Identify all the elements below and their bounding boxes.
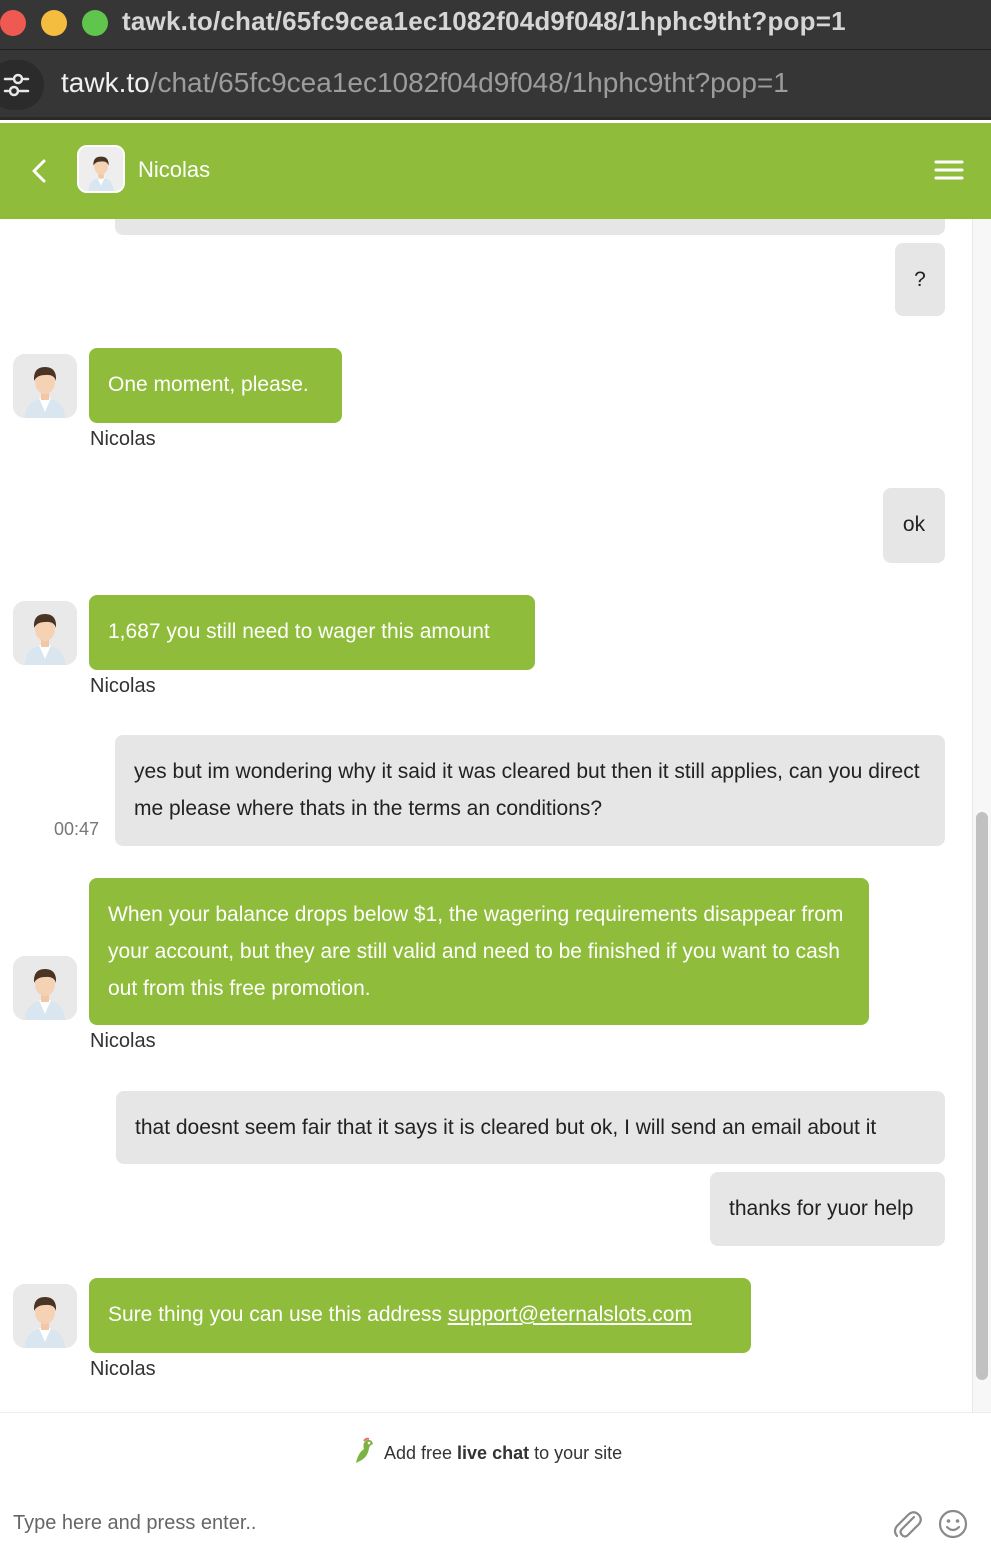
visitor-message: thanks for yuor help xyxy=(710,1172,945,1246)
previous-message-bubble xyxy=(115,219,945,235)
agent-message: One moment, please. xyxy=(89,348,342,423)
message-composer xyxy=(0,1484,991,1550)
visitor-message: ok xyxy=(883,488,945,563)
back-chevron-icon[interactable] xyxy=(26,155,54,187)
chat-header: Nicolas xyxy=(0,123,991,219)
window-titlebar: tawk.to/chat/65fc9cea1ec1082f04d9f048/1h… xyxy=(0,0,991,50)
agent-avatar xyxy=(13,354,77,418)
agent-avatar xyxy=(13,956,77,1020)
sender-name: Nicolas xyxy=(90,428,156,450)
close-window-button[interactable] xyxy=(0,10,26,36)
branding-bar[interactable]: Add free live chat to your site xyxy=(0,1412,991,1484)
message-list[interactable]: ? One moment, please. Nicolas ok 1,687 y… xyxy=(0,219,991,1412)
visitor-message: that doesnt seem fair that it says it is… xyxy=(116,1091,945,1164)
scrollbar-thumb[interactable] xyxy=(976,812,988,1380)
message-text: that doesnt seem fair that it says it is… xyxy=(135,1116,877,1139)
message-text: yes but im wondering why it said it was … xyxy=(134,760,920,820)
message-text: Sure thing you can use this address xyxy=(108,1303,448,1326)
visitor-message: ? xyxy=(895,243,945,316)
url-path: /chat/65fc9cea1ec1082f04d9f048/1hphc9tht… xyxy=(149,67,789,98)
agent-message: Sure thing you can use this address supp… xyxy=(89,1278,751,1353)
message-text: 1,687 you still need to wager this amoun… xyxy=(108,620,490,643)
minimize-window-button[interactable] xyxy=(41,10,67,36)
window-title: tawk.to/chat/65fc9cea1ec1082f04d9f048/1h… xyxy=(122,6,846,36)
maximize-window-button[interactable] xyxy=(82,10,108,36)
site-settings-icon[interactable] xyxy=(0,60,44,110)
agent-message: When your balance drops below $1, the wa… xyxy=(89,878,869,1025)
branding-text-2: to your site xyxy=(529,1443,623,1463)
agent-message: 1,687 you still need to wager this amoun… xyxy=(89,595,535,670)
agent-avatar xyxy=(77,145,125,193)
hamburger-menu-icon[interactable] xyxy=(934,157,964,183)
agent-avatar xyxy=(13,601,77,665)
agent-avatar xyxy=(13,1284,77,1348)
message-text: When your balance drops below $1, the wa… xyxy=(108,903,844,1000)
email-link[interactable]: support@eternalslots.com xyxy=(448,1303,692,1326)
message-input[interactable] xyxy=(13,1506,873,1540)
message-text: One moment, please. xyxy=(108,373,309,396)
smiley-icon[interactable] xyxy=(937,1508,969,1540)
agent-name: Nicolas xyxy=(138,157,211,182)
message-text: thanks for yuor help xyxy=(729,1197,914,1220)
branding-text-bold: live chat xyxy=(457,1443,530,1463)
visitor-message: yes but im wondering why it said it was … xyxy=(115,735,945,846)
branding-text-1: Add free xyxy=(384,1443,458,1463)
sender-name: Nicolas xyxy=(90,675,156,697)
branding-link[interactable]: Add free live chat to your site xyxy=(352,1437,622,1470)
tawk-bird-logo xyxy=(352,1437,376,1470)
paperclip-icon[interactable] xyxy=(892,1508,922,1542)
message-text: ? xyxy=(914,268,926,291)
url-text[interactable]: tawk.to/chat/65fc9cea1ec1082f04d9f048/1h… xyxy=(61,67,789,99)
message-timestamp: 00:47 xyxy=(54,819,100,839)
sender-name: Nicolas xyxy=(90,1358,156,1380)
message-text: ok xyxy=(902,513,926,536)
sender-name: Nicolas xyxy=(90,1030,156,1052)
address-bar[interactable]: tawk.to/chat/65fc9cea1ec1082f04d9f048/1h… xyxy=(0,50,991,120)
url-host: tawk.to xyxy=(61,67,150,98)
